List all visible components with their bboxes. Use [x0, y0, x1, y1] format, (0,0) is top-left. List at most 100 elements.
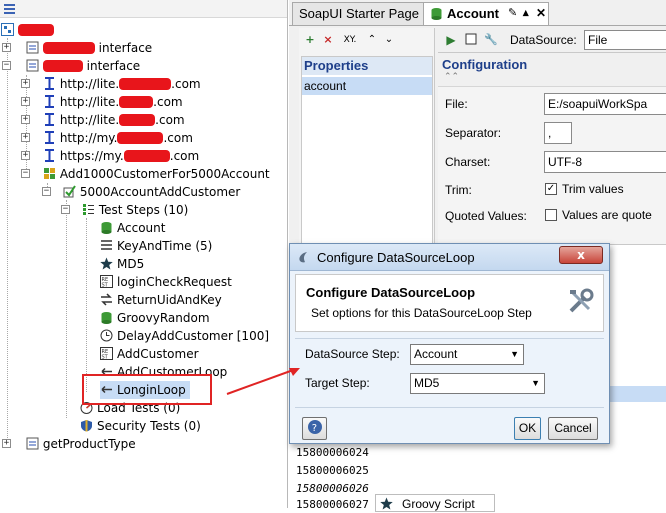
tools-icon: [567, 287, 595, 315]
tree-node-endpoint-5[interactable]: + https://my. .com: [21, 147, 199, 165]
tree-node-interface-2[interactable]: − interface: [2, 57, 140, 75]
properties-title: Properties: [302, 57, 432, 75]
file-input[interactable]: E:/soapuiWorkSpa: [544, 93, 666, 115]
properties-toolbar: + × XY. ⌃ ⌄: [299, 28, 435, 52]
file-label: File:: [445, 97, 468, 111]
tree-node-endpoint-1[interactable]: + http://lite. .com: [21, 75, 201, 93]
tree-node-endpoint-4[interactable]: + http://my. .com: [21, 129, 193, 147]
stop-icon[interactable]: [464, 33, 478, 47]
testcase-check-icon: [63, 185, 76, 198]
delay-clock-icon: [100, 329, 113, 342]
navigator-toolbar: [0, 0, 287, 18]
move-up-icon[interactable]: ⌃: [365, 33, 379, 47]
charset-label: Charset:: [445, 155, 491, 169]
target-step-select[interactable]: MD5 ▼: [410, 373, 545, 394]
list-view-icon[interactable]: [3, 2, 16, 15]
remove-property-icon[interactable]: ×: [321, 33, 335, 47]
tree-node-step-keyandtime[interactable]: KeyAndTime (5): [100, 237, 212, 255]
workspace-icon: [1, 23, 14, 36]
endpoint-icon: [43, 149, 56, 162]
expand-icon[interactable]: +: [2, 43, 11, 52]
close-tab-icon[interactable]: ✕: [536, 3, 546, 24]
tab-account[interactable]: Account ✎ ▴ ✕: [423, 2, 549, 25]
separator-input[interactable]: ,: [544, 122, 572, 144]
collapse-icon[interactable]: −: [42, 187, 51, 196]
tree-node-step-md5[interactable]: MD5: [100, 255, 144, 273]
trim-label: Trim:: [445, 183, 472, 197]
datasource-label: DataSource:: [510, 33, 577, 47]
quoted-values-text: Values are quote: [562, 208, 652, 222]
tree-node-step-returnuidandkey[interactable]: ReturnUidAndKey: [100, 291, 222, 309]
expand-icon[interactable]: +: [21, 79, 30, 88]
tree-node-step-groovyrandom[interactable]: GroovyRandom: [100, 309, 210, 327]
trim-checkbox[interactable]: ✓: [545, 183, 557, 195]
tree-node-step-account[interactable]: Account: [100, 219, 165, 237]
data-row: 15800006024: [296, 446, 369, 459]
property-item-account[interactable]: account: [302, 77, 432, 95]
quoted-values-label: Quoted Values:: [445, 209, 527, 223]
tab-soapui-starter-page[interactable]: SoapUI Starter Page: [292, 2, 426, 25]
tree-node-getproducttype[interactable]: + getProductType: [2, 435, 136, 453]
tree-node-security-tests[interactable]: Security Tests (0): [80, 417, 201, 435]
move-down-icon[interactable]: ⌄: [382, 33, 396, 47]
pin-icon[interactable]: ✎: [508, 3, 517, 24]
tree-node-testcase[interactable]: − 5000AccountAddCustomer: [42, 183, 240, 201]
datasource-step-select[interactable]: Account ▼: [410, 344, 524, 365]
quoted-values-checkbox[interactable]: [545, 209, 557, 221]
configure-datasourceloop-dialog: Configure DataSourceLoop x Configure Dat…: [289, 243, 610, 444]
tree-node-test-steps[interactable]: − Test Steps (10): [61, 201, 188, 219]
datasource-select[interactable]: File: [584, 30, 666, 50]
expand-icon[interactable]: +: [2, 439, 11, 448]
dropdown-arrow-icon: ▼: [531, 378, 540, 388]
dialog-header-title: Configure DataSourceLoop: [306, 285, 476, 300]
endpoint-icon: [43, 77, 56, 90]
interface-icon: [26, 437, 39, 450]
test-steps-icon: [82, 203, 95, 216]
charset-input[interactable]: UTF-8: [544, 151, 666, 173]
endpoint-icon: [43, 95, 56, 108]
tree-label: interface: [98, 41, 153, 55]
dialog-titlebar[interactable]: Configure DataSourceLoop x: [290, 244, 609, 271]
collapse-icon[interactable]: −: [61, 205, 70, 214]
tree-node-endpoint-3[interactable]: + http://lite. .com: [21, 111, 185, 129]
rename-property-icon[interactable]: XY.: [339, 33, 361, 47]
tree-node-endpoint-2[interactable]: + http://lite. .com: [21, 93, 183, 111]
collapse-icon[interactable]: −: [21, 169, 30, 178]
data-row: 15800006025: [296, 464, 369, 477]
expand-icon[interactable]: +: [21, 115, 30, 124]
tree-node-step-delayaddcustomer[interactable]: DelayAddCustomer [100]: [100, 327, 269, 345]
run-icon[interactable]: ▶: [444, 33, 458, 47]
groovy-star-icon: [380, 497, 393, 510]
expand-icon[interactable]: +: [21, 133, 30, 142]
expand-icon[interactable]: +: [21, 151, 30, 160]
menu-item-groovy-script[interactable]: Groovy Script: [402, 497, 475, 511]
add-property-icon[interactable]: +: [303, 33, 317, 47]
navigator-panel: + interface − interface + http://lite. .c…: [0, 0, 288, 508]
endpoint-icon: [43, 113, 56, 126]
interface-icon: [26, 41, 39, 54]
tree-node-workspace[interactable]: [1, 21, 54, 39]
dialog-close-button[interactable]: x: [559, 246, 603, 264]
options-wrench-icon[interactable]: 🔧: [484, 33, 498, 47]
dialog-header: Configure DataSourceLoop Set options for…: [295, 274, 604, 332]
cancel-button[interactable]: Cancel: [548, 417, 598, 440]
tree-node-interface-1[interactable]: + interface: [2, 39, 152, 57]
minimize-icon[interactable]: ▴: [523, 3, 529, 24]
expand-icon[interactable]: +: [21, 97, 30, 106]
datasource-icon: [100, 311, 113, 324]
help-button[interactable]: ?: [302, 417, 327, 440]
collapse-icon[interactable]: −: [2, 61, 11, 70]
properties-panel: + × XY. ⌃ ⌄ Properties account: [299, 28, 435, 244]
transfer-icon: [100, 293, 113, 306]
redacted-workspace-name: [18, 24, 54, 36]
dialog-header-description: Set options for this DataSourceLoop Step: [311, 306, 532, 320]
trim-values-label: Trim values: [562, 182, 624, 196]
tree-node-step-addcustomer[interactable]: RE ST AddCustomer: [100, 345, 199, 363]
collapse-chevron-icon[interactable]: ⌃⌃: [444, 72, 459, 82]
tree-node-testsuite[interactable]: − Add1000CustomerFor5000Account: [21, 165, 270, 183]
soapui-logo-icon: [297, 250, 311, 264]
ok-button[interactable]: OK: [514, 417, 541, 440]
tree-node-step-logincheckrequest[interactable]: RE ST loginCheckRequest: [100, 273, 232, 291]
dropdown-arrow-icon: ▼: [510, 349, 519, 359]
interface-icon: [26, 59, 39, 72]
